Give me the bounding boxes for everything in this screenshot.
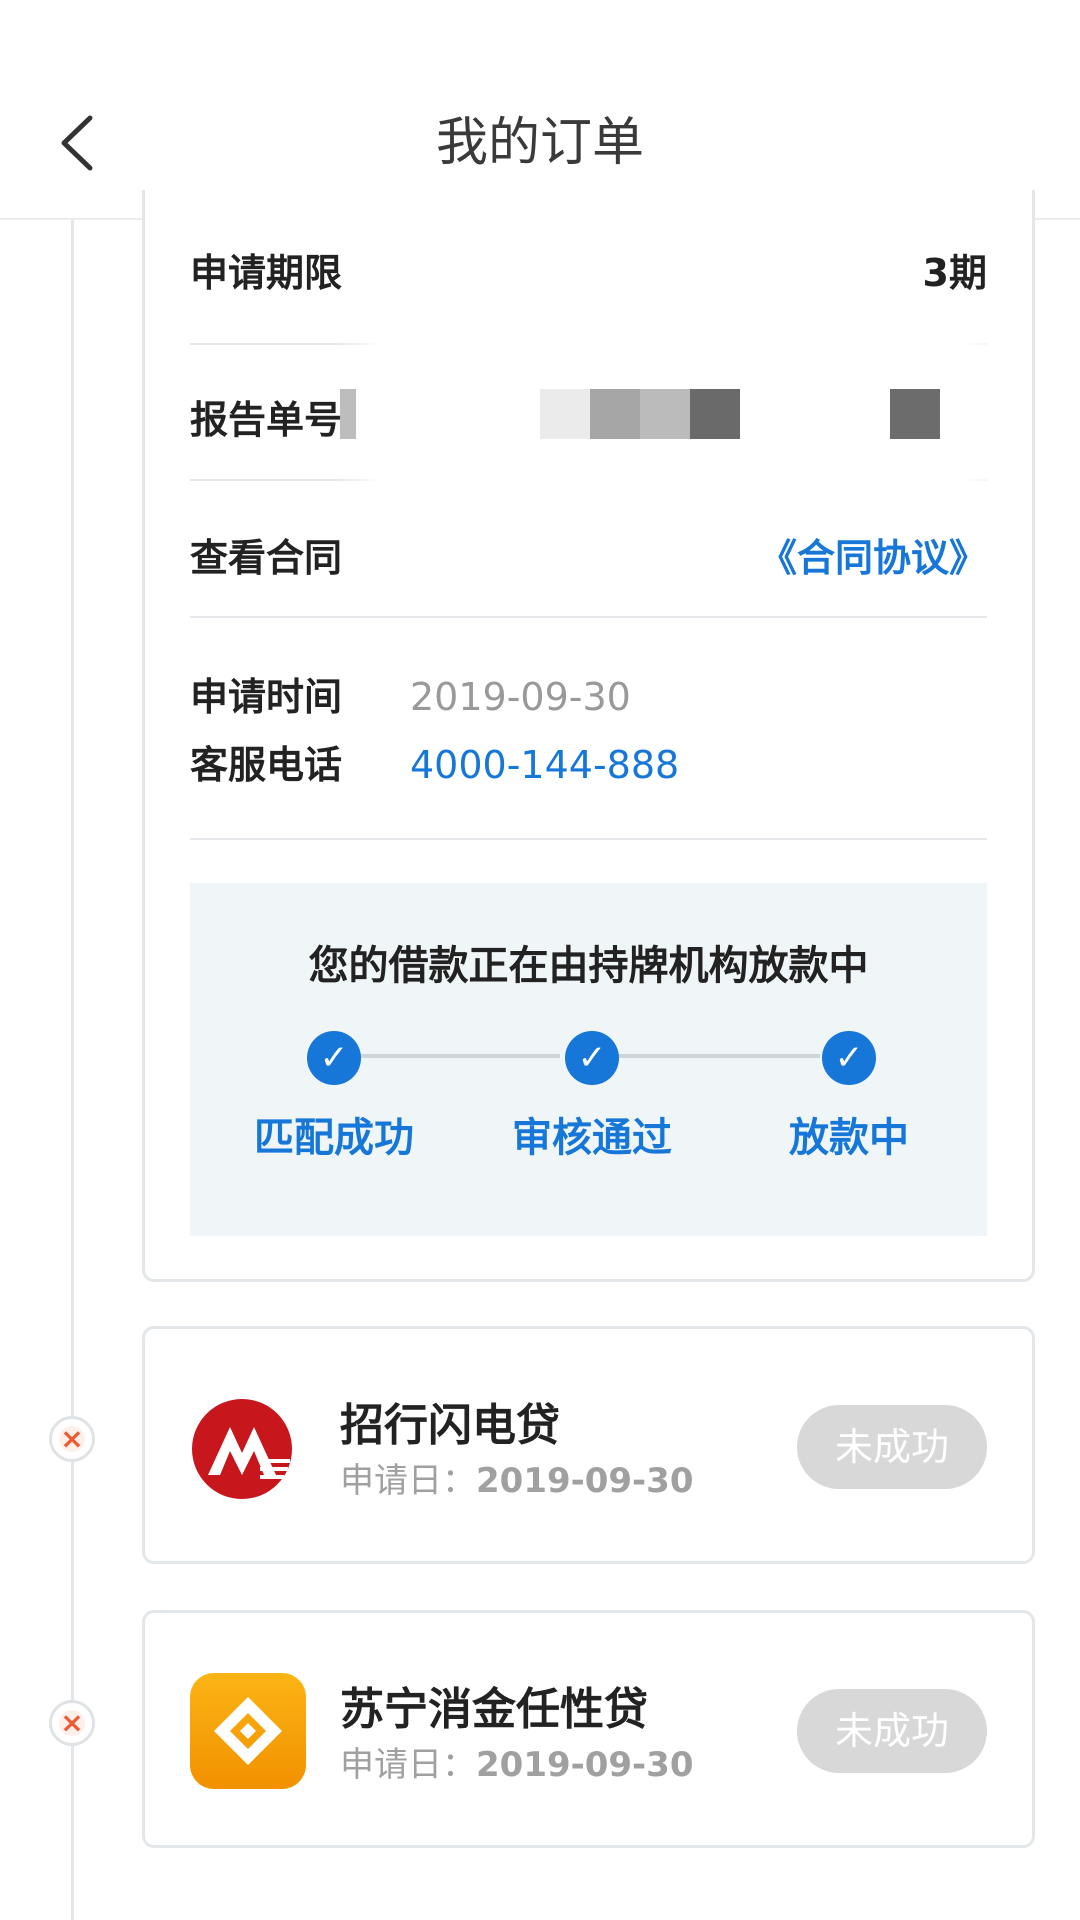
order-name: 苏宁消金任性贷 — [340, 1684, 648, 1735]
contract-row: 查看合同 《合同协议》 — [190, 479, 987, 618]
service-phone-link[interactable]: 4000-144-888 — [410, 743, 679, 787]
step-check-icon: ✓ — [307, 1031, 361, 1085]
suning-finance-logo-icon — [190, 1673, 306, 1789]
progress-connector — [330, 1054, 560, 1058]
status-badge: 未成功 — [797, 1405, 987, 1489]
failed-mark-icon: × — [49, 1700, 95, 1746]
status-bar — [0, 0, 1080, 70]
term-row: 申请期限 3期 — [190, 190, 987, 345]
page-title: 我的订单 — [435, 113, 644, 173]
step-label-disbursing: 放款中 — [789, 1115, 909, 1161]
service-phone-line: 客服电话 4000-144-888 — [190, 734, 679, 789]
contract-link[interactable]: 《合同协议》 — [759, 527, 987, 582]
failed-mark-icon: × — [49, 1416, 95, 1462]
step-label-approved: 审核通过 — [512, 1115, 672, 1161]
order-card[interactable]: 招行闪电贷 申请日：2019-09-30 未成功 — [142, 1326, 1035, 1564]
step-check-icon: ✓ — [822, 1031, 876, 1085]
apply-time-line: 申请时间 2019-09-30 — [190, 666, 631, 721]
contract-label: 查看合同 — [190, 536, 343, 580]
order-name: 招行闪电贷 — [340, 1400, 560, 1451]
step-label-matched: 匹配成功 — [254, 1115, 414, 1161]
progress-connector — [590, 1054, 820, 1058]
timeline-line — [71, 220, 74, 1920]
term-value: 3期 — [922, 251, 987, 295]
apply-time-label: 申请时间 — [190, 675, 343, 719]
info-row: 申请时间 2019-09-30 客服电话 4000-144-888 — [190, 616, 987, 840]
report-number-label: 报告单号 — [190, 398, 343, 442]
order-date: 申请日：2019-09-30 — [340, 1745, 694, 1785]
loan-progress-panel: 您的借款正在由持牌机构放款中 ✓ ✓ ✓ 匹配成功 审核通过 放款中 — [190, 883, 987, 1236]
order-card[interactable]: 苏宁消金任性贷 申请日：2019-09-30 未成功 — [142, 1610, 1035, 1848]
report-number-redacted — [340, 341, 987, 481]
report-number-row: 报告单号 — [190, 341, 987, 481]
status-badge: 未成功 — [797, 1689, 987, 1773]
order-detail-card: 申请期限 3期 报告单号 查看合同 《合同协议》 申请时间 2019-09-30 … — [142, 190, 1035, 1282]
term-label: 申请期限 — [190, 251, 343, 295]
apply-time-value: 2019-09-30 — [410, 675, 631, 719]
cmb-bank-logo-icon — [190, 1397, 294, 1501]
step-check-icon: ✓ — [565, 1031, 619, 1085]
service-phone-label: 客服电话 — [190, 743, 343, 787]
progress-title: 您的借款正在由持牌机构放款中 — [308, 943, 869, 989]
order-date: 申请日：2019-09-30 — [340, 1461, 694, 1501]
